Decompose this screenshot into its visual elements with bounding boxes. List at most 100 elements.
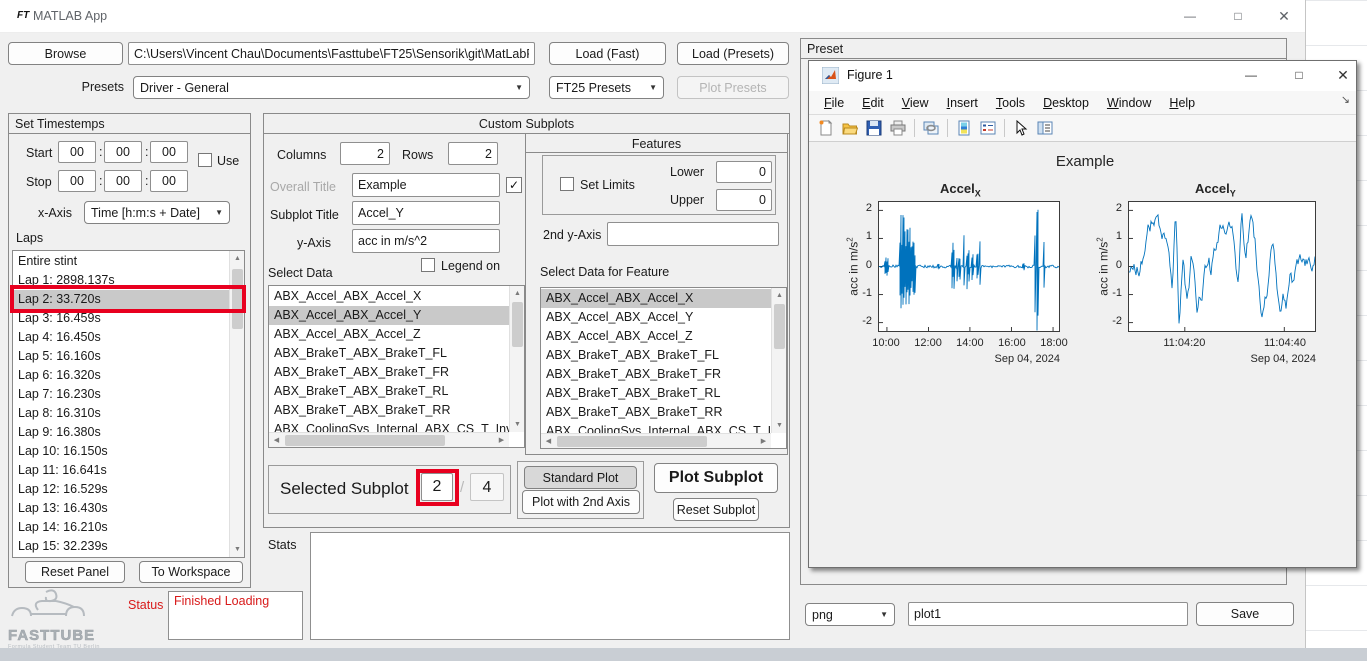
menu-help[interactable]: Help	[1160, 96, 1204, 110]
list-item[interactable]: Lap 5: 16.160s	[13, 347, 229, 366]
list-item[interactable]: ABX_BrakeT_ABX_BrakeT_RR	[541, 403, 771, 422]
scroll-up-icon[interactable]: ▲	[772, 288, 787, 303]
list-item[interactable]: ABX_Accel_ABX_Accel_X	[541, 289, 771, 308]
select-data-listbox[interactable]: ABX_Accel_ABX_Accel_X ABX_Accel_ABX_Accel…	[268, 285, 525, 448]
format-dropdown[interactable]: png ▼	[805, 603, 895, 626]
menu-desktop[interactable]: Desktop	[1034, 96, 1098, 110]
list-item[interactable]: Lap 12: 16.529s	[13, 480, 229, 499]
rows-field[interactable]	[448, 142, 498, 165]
list-item[interactable]: ABX_CoolingSys_Internal_ABX_CS_T_InvL	[541, 422, 771, 433]
legend-checkbox[interactable]	[421, 258, 435, 272]
plot-presets-button[interactable]: Plot Presets	[677, 76, 789, 99]
list-item[interactable]: Lap 1: 2898.137s	[13, 271, 229, 290]
plot-2nd-axis-button[interactable]: Plot with 2nd Axis	[522, 490, 640, 514]
scroll-up-icon[interactable]: ▲	[510, 286, 525, 301]
list-item[interactable]: Lap 10: 16.150s	[13, 442, 229, 461]
list-item[interactable]: ABX_Accel_ABX_Accel_Z	[269, 325, 509, 344]
list-item[interactable]: ABX_Accel_ABX_Accel_X	[269, 287, 509, 306]
columns-field[interactable]	[340, 142, 390, 165]
list-item[interactable]: ABX_BrakeT_ABX_BrakeT_FL	[269, 344, 509, 363]
print-icon[interactable]	[888, 118, 908, 138]
scroll-down-icon[interactable]: ▼	[510, 417, 525, 432]
dock-arrow-icon[interactable]: ↘	[1341, 93, 1350, 106]
scroll-right-icon[interactable]: ▶	[756, 434, 771, 449]
stop-hour-field[interactable]	[58, 170, 96, 192]
menu-file[interactable]: File	[815, 96, 853, 110]
load-fast-button[interactable]: Load (Fast)	[549, 42, 666, 65]
app-close-button[interactable]: ✕	[1272, 6, 1296, 26]
stop-second-field[interactable]	[150, 170, 188, 192]
feature-data-listbox[interactable]: ABX_Accel_ABX_Accel_XABX_Accel_ABX_Accel…	[540, 287, 787, 449]
filename-field[interactable]	[908, 602, 1188, 626]
list-item[interactable]: ABX_BrakeT_ABX_BrakeT_FR	[541, 365, 771, 384]
colorbar-icon[interactable]	[954, 118, 974, 138]
start-hour-field[interactable]	[58, 141, 96, 163]
list-item[interactable]: Lap 11: 16.641s	[13, 461, 229, 480]
list-item[interactable]: Lap 3: 16.459s	[13, 309, 229, 328]
laps-listbox[interactable]: Entire stintLap 1: 2898.137sLap 2: 33.72…	[12, 250, 245, 558]
upper-field[interactable]	[716, 189, 772, 211]
select-data-vscrollbar[interactable]: ▲ ▼	[509, 286, 524, 432]
standard-plot-button[interactable]: Standard Plot	[524, 466, 637, 489]
lower-field[interactable]	[716, 161, 772, 183]
ft25-presets-dropdown[interactable]: FT25 Presets ▼	[549, 76, 664, 99]
selected-subplot-field[interactable]	[421, 473, 453, 501]
menu-tools[interactable]: Tools	[987, 96, 1034, 110]
scroll-left-icon[interactable]: ◀	[541, 434, 556, 449]
new-file-icon[interactable]	[816, 118, 836, 138]
feature-data-vscrollbar[interactable]: ▲ ▼	[771, 288, 786, 433]
list-item[interactable]: Lap 14: 16.210s	[13, 518, 229, 537]
figure-minimize-button[interactable]: —	[1239, 65, 1263, 85]
scroll-down-icon[interactable]: ▼	[230, 542, 245, 557]
xaxis-dropdown[interactable]: Time [h:m:s + Date] ▼	[84, 201, 230, 224]
plot-subplot-button[interactable]: Plot Subplot	[654, 463, 778, 493]
open-folder-icon[interactable]	[840, 118, 860, 138]
list-item[interactable]: Lap 16: 15.980s	[13, 556, 229, 558]
list-item[interactable]: ABX_BrakeT_ABX_BrakeT_RL	[269, 382, 509, 401]
list-item[interactable]: Lap 2: 33.720s	[13, 290, 229, 309]
feature-data-hscrollbar[interactable]: ◀ ▶	[541, 433, 771, 448]
save-button[interactable]: Save	[1196, 602, 1294, 626]
reset-panel-button[interactable]: Reset Panel	[25, 561, 125, 583]
list-item[interactable]: ABX_BrakeT_ABX_BrakeT_FL	[541, 346, 771, 365]
use-checkbox[interactable]	[198, 153, 212, 167]
reset-subplot-button[interactable]: Reset Subplot	[673, 498, 759, 521]
list-item[interactable]: ABX_BrakeT_ABX_BrakeT_RR	[269, 401, 509, 420]
list-item[interactable]: ABX_CoolingSys_Internal_ABX_CS_T_InvL	[269, 420, 509, 432]
list-item[interactable]: Lap 15: 32.239s	[13, 537, 229, 556]
overall-title-field[interactable]	[352, 173, 500, 197]
list-item[interactable]: Lap 9: 16.380s	[13, 423, 229, 442]
to-workspace-button[interactable]: To Workspace	[139, 561, 243, 583]
browse-button[interactable]: Browse	[8, 42, 123, 65]
presets-dropdown[interactable]: Driver - General ▼	[133, 76, 530, 99]
legend-icon[interactable]	[978, 118, 998, 138]
scroll-down-icon[interactable]: ▼	[772, 418, 787, 433]
menu-view[interactable]: View	[893, 96, 938, 110]
stop-minute-field[interactable]	[104, 170, 142, 192]
list-item[interactable]: Lap 4: 16.450s	[13, 328, 229, 347]
app-maximize-button[interactable]: □	[1226, 6, 1250, 26]
list-item[interactable]: Lap 7: 16.230s	[13, 385, 229, 404]
menu-insert[interactable]: Insert	[938, 96, 987, 110]
figure-maximize-button[interactable]: □	[1287, 65, 1311, 85]
path-field[interactable]	[128, 42, 535, 65]
menu-edit[interactable]: Edit	[853, 96, 893, 110]
second-yaxis-field[interactable]	[607, 222, 779, 246]
list-item[interactable]: Entire stint	[13, 252, 229, 271]
scroll-right-icon[interactable]: ▶	[494, 433, 509, 448]
set-limits-checkbox[interactable]	[560, 177, 574, 191]
subplot-title-field[interactable]	[352, 201, 500, 225]
list-item[interactable]: ABX_BrakeT_ABX_BrakeT_RL	[541, 384, 771, 403]
menu-window[interactable]: Window	[1098, 96, 1160, 110]
save-icon[interactable]	[864, 118, 884, 138]
start-second-field[interactable]	[150, 141, 188, 163]
list-item[interactable]: Lap 13: 16.430s	[13, 499, 229, 518]
scroll-left-icon[interactable]: ◀	[269, 433, 284, 448]
list-item[interactable]: ABX_Accel_ABX_Accel_Y	[541, 308, 771, 327]
load-presets-button[interactable]: Load (Presets)	[677, 42, 789, 65]
list-item[interactable]: ABX_Accel_ABX_Accel_Z	[541, 327, 771, 346]
list-item[interactable]: Lap 6: 16.320s	[13, 366, 229, 385]
laps-vscrollbar[interactable]: ▲ ▼	[229, 251, 244, 557]
plot-browser-icon[interactable]	[1035, 118, 1055, 138]
scroll-up-icon[interactable]: ▲	[230, 251, 245, 266]
